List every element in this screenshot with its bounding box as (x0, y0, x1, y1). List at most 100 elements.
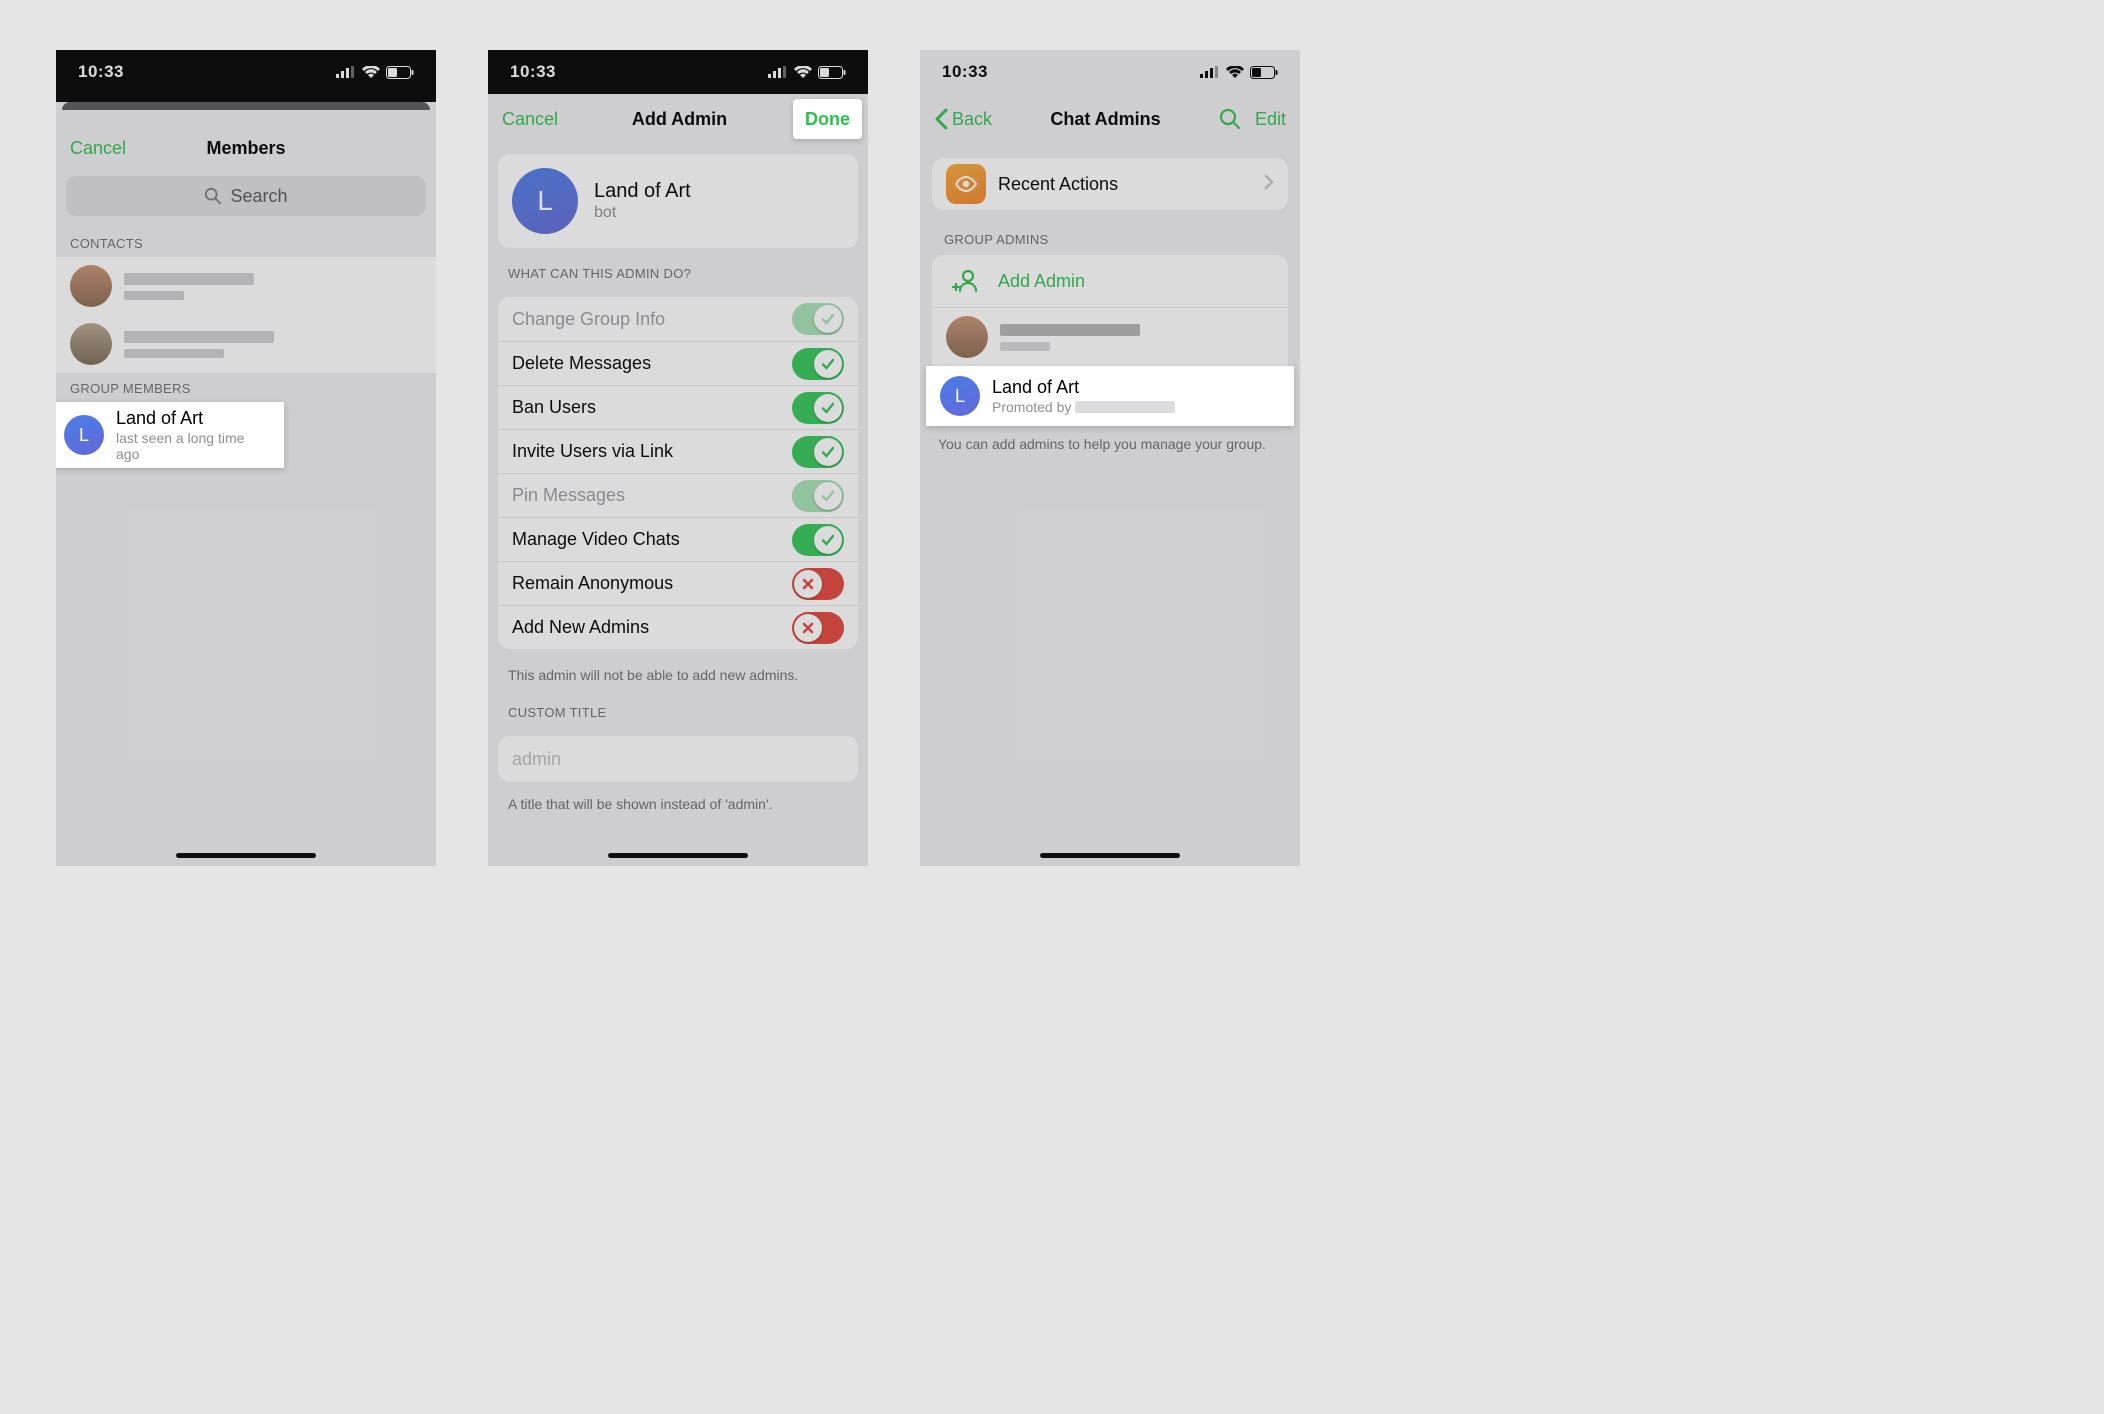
admin-subtitle: bot (594, 204, 691, 222)
add-person-icon (946, 261, 986, 301)
section-header-custom-title: CUSTOM TITLE (488, 683, 868, 726)
battery-icon (386, 66, 414, 79)
custom-title-input[interactable]: admin (498, 736, 858, 782)
permission-toggle (792, 303, 844, 335)
permission-toggle[interactable] (792, 568, 844, 600)
home-indicator[interactable] (1040, 853, 1180, 858)
permission-label: Add New Admins (512, 617, 649, 638)
contact-sub-redacted (124, 349, 224, 358)
promoter-name-redacted (1075, 401, 1175, 413)
admin-header-card: L Land of Art bot (498, 154, 858, 248)
battery-icon (1250, 66, 1278, 79)
permission-label: Remain Anonymous (512, 573, 673, 594)
member-name: Land of Art (116, 408, 270, 429)
avatar (70, 265, 112, 307)
contact-name-redacted (124, 273, 254, 285)
add-admin-label: Add Admin (998, 271, 1085, 292)
cellular-icon (1200, 66, 1220, 78)
back-button[interactable]: Back (934, 108, 992, 130)
permission-toggle[interactable] (792, 436, 844, 468)
permission-toggle[interactable] (792, 524, 844, 556)
status-icons (768, 66, 846, 79)
permission-label: Ban Users (512, 397, 596, 418)
recent-actions-group: Recent Actions (932, 158, 1288, 210)
cancel-button[interactable]: Cancel (70, 138, 126, 159)
edit-button[interactable]: Edit (1255, 109, 1286, 130)
status-time: 10:33 (78, 62, 124, 82)
search-button[interactable] (1219, 108, 1241, 130)
group-admins-list: Add Admin (932, 255, 1288, 366)
status-time: 10:33 (942, 62, 988, 82)
section-header-contacts: CONTACTS (56, 228, 436, 257)
page-title: Members (207, 138, 286, 159)
permission-toggle[interactable] (792, 348, 844, 380)
nav-bar: Cancel Members (56, 118, 436, 168)
nav-bar: Back Chat Admins Edit (920, 94, 1300, 144)
permission-label: Pin Messages (512, 485, 625, 506)
admin-name: Land of Art (992, 377, 1175, 398)
section-header-permissions: WHAT CAN THIS ADMIN DO? (488, 258, 868, 287)
cellular-icon (336, 66, 356, 78)
admin-sub-redacted (1000, 342, 1050, 351)
page-title: Chat Admins (1050, 109, 1160, 130)
add-admin-row[interactable]: Add Admin (932, 255, 1288, 308)
eye-icon (946, 164, 986, 204)
search-input[interactable]: Search (66, 176, 426, 216)
permission-label: Invite Users via Link (512, 441, 673, 462)
custom-title-placeholder: admin (512, 749, 561, 770)
home-indicator[interactable] (608, 853, 748, 858)
contact-sub-redacted (124, 291, 184, 300)
section-header-group-admins: GROUP ADMINS (920, 210, 1300, 255)
permission-toggle (792, 480, 844, 512)
avatar-letter: L (512, 168, 578, 234)
admin-name-redacted (1000, 324, 1140, 336)
permission-row: Remain Anonymous (498, 561, 858, 605)
status-bar: 10:33 (920, 50, 1300, 94)
permission-row: Add New Admins (498, 605, 858, 649)
search-icon (204, 187, 222, 205)
chevron-right-icon (1264, 173, 1274, 196)
battery-icon (818, 66, 846, 79)
permissions-footer: This admin will not be able to add new a… (488, 659, 868, 683)
cellular-icon (768, 66, 788, 78)
permission-label: Manage Video Chats (512, 529, 680, 550)
avatar-letter: L (64, 415, 104, 455)
contact-row[interactable] (56, 257, 436, 315)
custom-title-footer: A title that will be shown instead of 'a… (488, 792, 868, 812)
permissions-card: Change Group Info Delete Messages Ban User… (498, 297, 858, 649)
permission-toggle[interactable] (792, 612, 844, 644)
screenshot-chat-admins: 10:33 Back Chat Admins Edit Recent Actio… (920, 50, 1300, 866)
nav-bar: Cancel Add Admin Done (488, 94, 868, 144)
wifi-icon (362, 66, 380, 78)
permission-label: Change Group Info (512, 309, 665, 330)
done-button[interactable]: Done (793, 99, 862, 139)
cancel-button[interactable]: Cancel (502, 109, 558, 130)
permission-label: Delete Messages (512, 353, 651, 374)
screenshot-members: 10:33 Cancel Members Search CONTACTS (56, 50, 436, 866)
screenshot-add-admin: 10:33 Cancel Add Admin Done L Land of Ar… (488, 50, 868, 866)
avatar (70, 323, 112, 365)
promoted-by-label: Promoted by (992, 399, 1071, 415)
home-indicator[interactable] (176, 853, 316, 858)
contact-row[interactable] (56, 315, 436, 373)
avatar (946, 316, 988, 358)
permission-row: Delete Messages (498, 341, 858, 385)
status-bar: 10:33 (488, 50, 868, 94)
avatar-letter: L (940, 376, 980, 416)
permission-row: Pin Messages (498, 473, 858, 517)
permission-toggle[interactable] (792, 392, 844, 424)
member-subtitle: last seen a long time ago (116, 430, 270, 462)
permission-row: Invite Users via Link (498, 429, 858, 473)
section-header-group-members: GROUP MEMBERS (56, 373, 436, 402)
recent-actions-row[interactable]: Recent Actions (932, 158, 1288, 210)
recent-actions-label: Recent Actions (998, 174, 1118, 195)
wifi-icon (1226, 66, 1244, 78)
wifi-icon (794, 66, 812, 78)
admin-row-highlighted[interactable]: L Land of Art Promoted by (926, 366, 1294, 426)
admin-row[interactable] (932, 308, 1288, 366)
admin-name: Land of Art (594, 180, 691, 203)
status-bar: 10:33 (56, 50, 436, 94)
group-member-row[interactable]: L Land of Art last seen a long time ago (56, 402, 284, 468)
page-title: Add Admin (632, 109, 727, 130)
status-icons (336, 66, 414, 79)
